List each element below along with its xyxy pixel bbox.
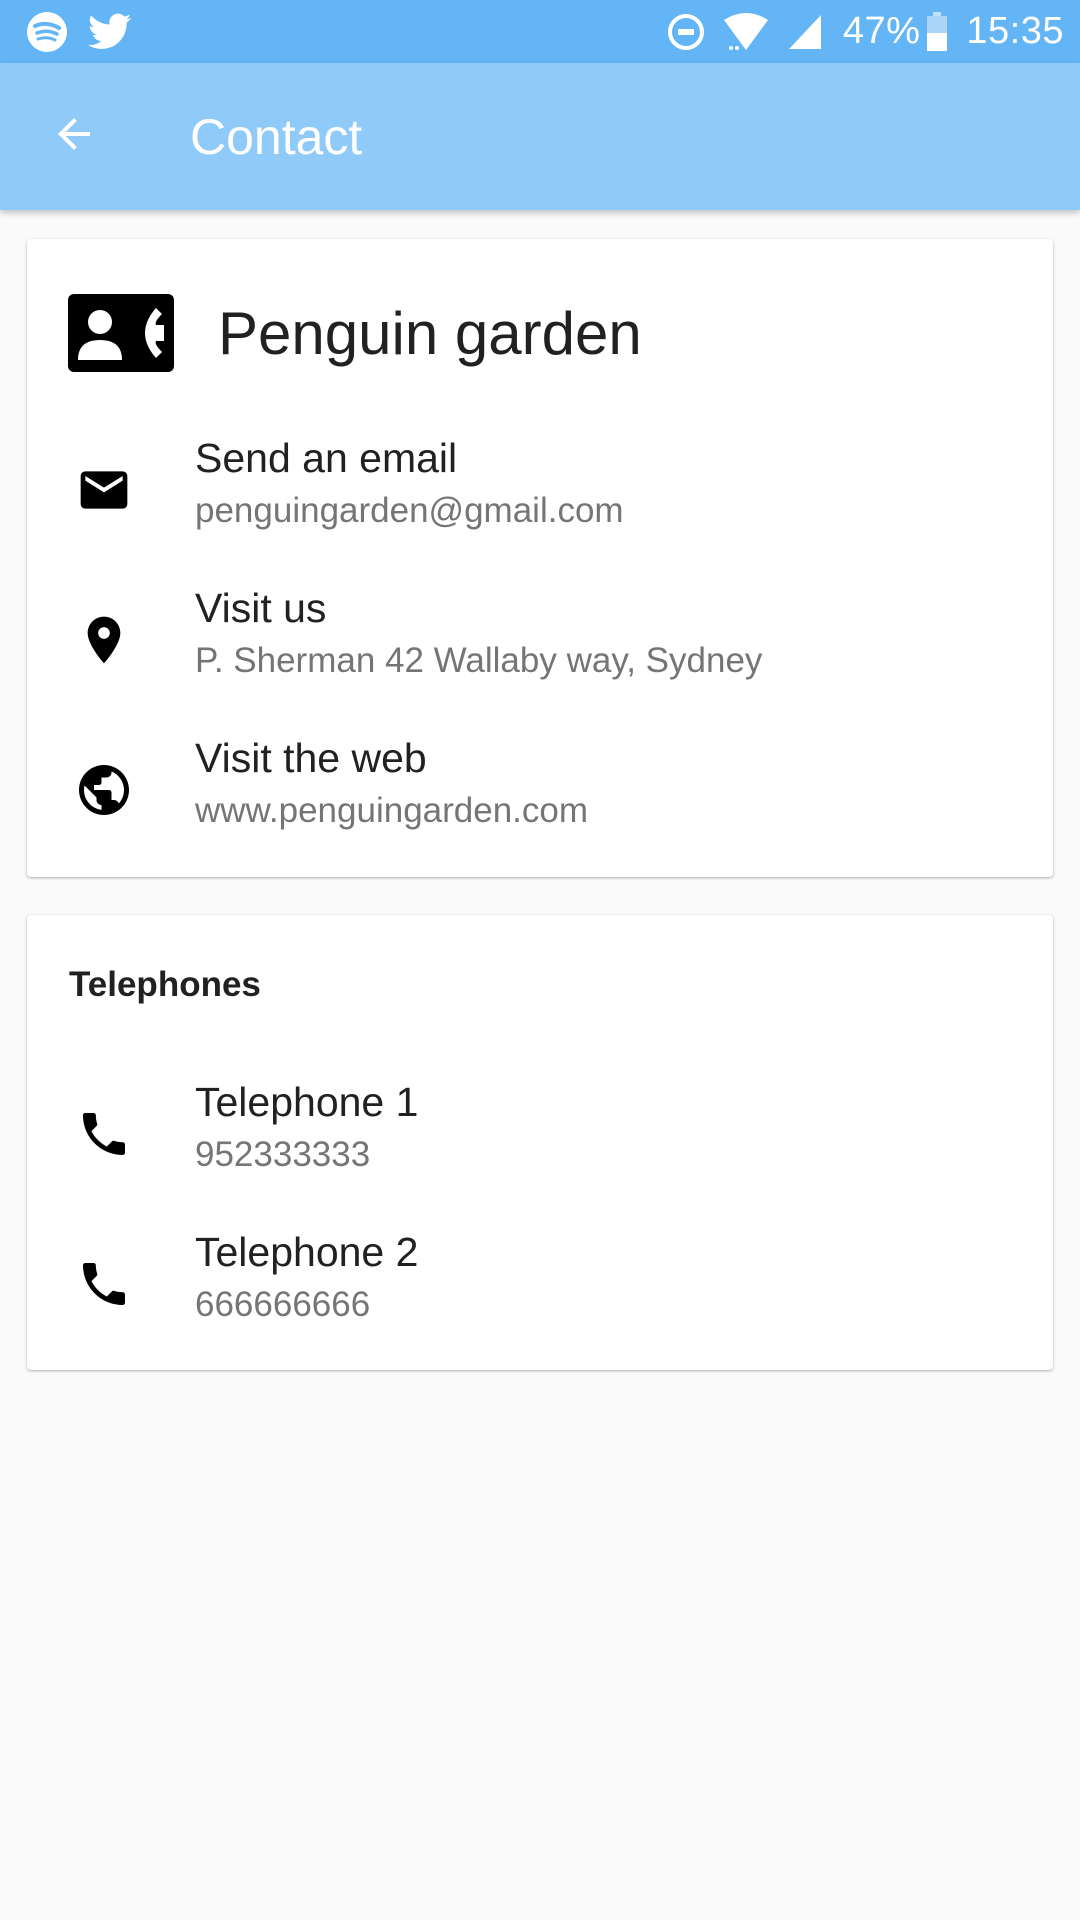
twitter-icon <box>88 13 132 51</box>
signal-icon <box>787 13 823 51</box>
arrow-back-icon <box>50 110 98 163</box>
battery-percent: 47% <box>842 10 921 52</box>
back-button[interactable] <box>24 87 124 187</box>
status-right-icons: 47% 15:35 <box>649 0 1064 63</box>
phone-icon <box>71 1251 137 1317</box>
telephone-2-label: Telephone 2 <box>195 1229 419 1275</box>
email-item-title: Send an email <box>195 435 458 481</box>
website-item-value: www.penguingarden.com <box>195 791 589 830</box>
app-bar: Contact <box>0 63 1080 210</box>
telephones-card: Telephones Telephone 1 952333333 Telepho… <box>27 915 1053 1370</box>
status-time: 15:35 <box>966 10 1064 52</box>
contact-name: Penguin garden <box>218 299 642 367</box>
contact-phone-icon <box>68 294 174 372</box>
address-item[interactable]: Visit us P. Sherman 42 Wallaby way, Sydn… <box>27 585 1053 705</box>
contact-header: Penguin garden <box>68 294 642 372</box>
battery-icon <box>926 11 948 52</box>
website-item-title: Visit the web <box>195 735 427 781</box>
address-item-title: Visit us <box>195 585 327 631</box>
email-item[interactable]: Send an email penguingarden@gmail.com <box>27 435 1053 555</box>
email-icon <box>71 457 137 523</box>
status-left-icons <box>26 0 152 63</box>
telephone-2-number: 666666666 <box>195 1285 371 1324</box>
telephone-item-2[interactable]: Telephone 2 666666666 <box>27 1229 1053 1349</box>
telephone-item-1[interactable]: Telephone 1 952333333 <box>27 1079 1053 1199</box>
location-pin-icon <box>71 607 137 673</box>
phone-icon <box>71 1101 137 1167</box>
globe-icon <box>71 757 137 823</box>
email-item-value: penguingarden@gmail.com <box>195 491 624 530</box>
telephone-1-label: Telephone 1 <box>195 1079 419 1125</box>
telephone-1-number: 952333333 <box>195 1135 371 1174</box>
contact-card: Penguin garden Send an email penguingard… <box>27 239 1053 877</box>
wifi-icon <box>723 12 769 52</box>
telephones-section-title: Telephones <box>69 965 261 1004</box>
spotify-icon <box>26 11 68 53</box>
address-item-value: P. Sherman 42 Wallaby way, Sydney <box>195 641 763 680</box>
page-title: Contact <box>190 108 363 165</box>
dnd-icon <box>667 13 705 51</box>
status-bar: 47% 15:35 <box>0 0 1080 63</box>
website-item[interactable]: Visit the web www.penguingarden.com <box>27 735 1053 855</box>
